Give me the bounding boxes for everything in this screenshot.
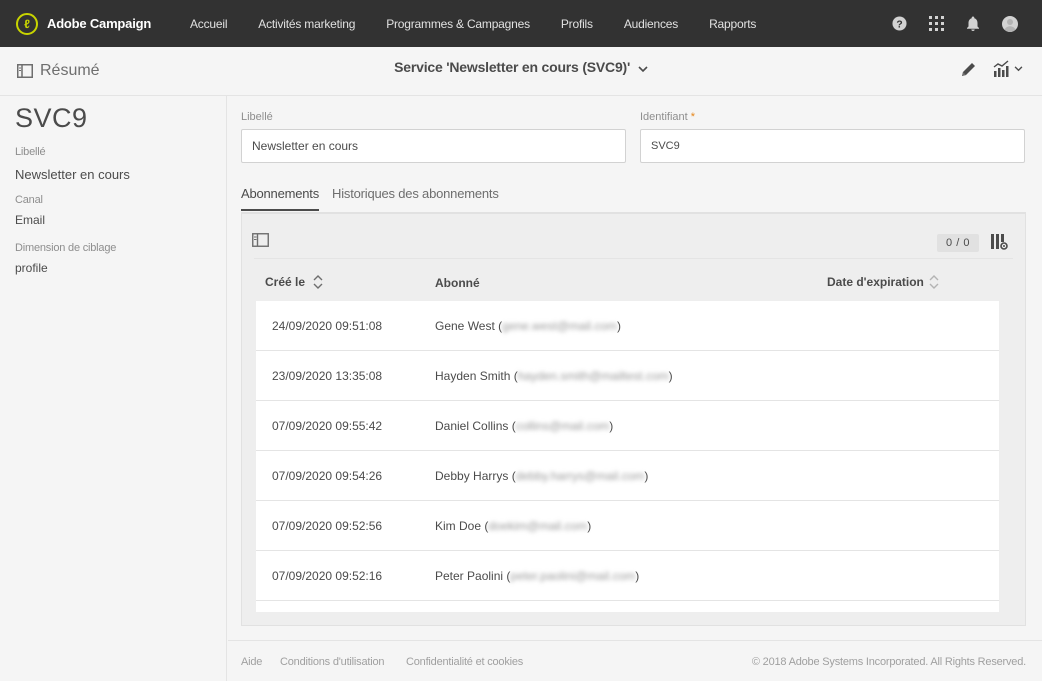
help-icon[interactable]: ? [891,16,907,32]
identifiant-input[interactable]: SVC9 [640,129,1025,163]
table-row[interactable]: 07/09/2020 09:54:26 Debby Harrys (debby.… [256,451,999,501]
identifiant-input-value: SVC9 [651,140,680,152]
tab-historiques-abonnements[interactable]: Historiques des abonnements [332,186,499,211]
avatar[interactable] [1002,15,1018,32]
chevron-down-icon [638,60,648,76]
nav-item-accueil[interactable]: Accueil [190,17,227,31]
reports-dropdown-button[interactable] [993,60,1023,77]
footer: Aide Conditions d'utilisation Confidenti… [228,640,1042,681]
subscriber-email: gene.west@mail.com [502,319,618,333]
brand[interactable]: ℓ Adobe Campaign [16,12,186,35]
table-row[interactable]: 07/09/2020 09:52:16 Peter Paolini (peter… [256,551,999,601]
page-title-text: Service 'Newsletter en cours (SVC9)' [394,59,631,75]
toolbar-divider [254,258,1013,259]
row-subscriber: Debby Harrys (debby.harrys@mail.com) [435,469,649,483]
top-navigation-bar: ℓ Adobe Campaign Accueil Activités marke… [0,0,1042,47]
column-header-date-expiration-text: Date d'expiration [827,275,924,289]
row-created-date: 24/09/2020 09:51:08 [272,319,383,333]
footer-link-confidentialite[interactable]: Confidentialité et cookies [406,656,523,668]
subscriber-email: hayden.smith@mailtest.com [517,369,669,383]
subscriber-email: debby.harrys@mail.com [515,469,645,483]
subscriber-name: Peter Paolini [435,569,504,583]
table-row[interactable]: 07/09/2020 09:52:56 Kim Doe (doekim@mail… [256,501,999,551]
summary-label-libelle: Libellé [15,146,46,158]
subscriber-name: Hayden Smith [435,369,511,383]
chevron-down-icon [1014,65,1023,71]
row-created-date: 07/09/2020 09:52:16 [272,569,383,583]
nav-item-programmes-campagnes[interactable]: Programmes & Campagnes [386,17,530,31]
summary-value-dimension: profile [15,261,48,275]
service-code: SVC9 [15,103,88,133]
subscriber-email: doekim@mail.com [488,519,588,533]
column-header-date-expiration[interactable]: Date d'expiration [827,275,939,289]
table-row[interactable]: 23/09/2020 13:35:08 Hayden Smith (hayden… [256,351,999,401]
row-created-date: 23/09/2020 13:35:08 [272,369,383,383]
row-subscriber: Hayden Smith (hayden.smith@mailtest.com) [435,369,673,383]
main-content: Libellé Newsletter en cours Identifiant … [228,96,1042,681]
main-nav: Accueil Activités marketing Programmes &… [190,0,787,47]
row-subscriber: Daniel Collins (collins@mail.com) [435,419,614,433]
subscriber-name: Kim Doe [435,519,482,533]
brand-name: Adobe Campaign [47,16,152,31]
top-icons: ? [870,0,1018,47]
report-chart-icon [993,60,1009,77]
table-row[interactable]: 07/09/2020 09:55:42 Daniel Collins (coll… [256,401,999,451]
apps-grid-icon[interactable] [928,16,944,32]
svg-text:?: ? [896,19,902,30]
required-asterisk: * [690,111,696,123]
column-header-cree-le[interactable]: Créé le [265,275,323,289]
row-subscriber: Kim Doe (doekim@mail.com) [435,519,592,533]
nav-item-audiences[interactable]: Audiences [624,17,678,31]
libelle-field-label: Libellé [241,111,273,123]
subscriber-name: Daniel Collins [435,419,509,433]
summary-label-canal: Canal [15,194,43,206]
column-header-cree-le-text: Créé le [265,275,306,289]
libelle-label-text: Libellé [241,111,273,123]
table-row[interactable]: 24/09/2020 09:51:08 Gene West (gene.west… [256,301,999,351]
subscriber-name: Debby Harrys [435,469,509,483]
column-header-abonne[interactable]: Abonné [435,276,480,290]
subscriber-email: peter.paolini@mail.com [510,569,636,583]
row-created-date: 07/09/2020 09:52:56 [272,519,383,533]
libelle-input[interactable]: Newsletter en cours [241,129,626,163]
row-created-date: 07/09/2020 09:54:26 [272,469,383,483]
row-created-date: 07/09/2020 09:55:42 [272,419,383,433]
summary-value-libelle: Newsletter en cours [15,167,130,182]
footer-link-conditions[interactable]: Conditions d'utilisation [280,656,385,668]
page-title[interactable]: Service 'Newsletter en cours (SVC9)' [0,59,1042,76]
adobe-campaign-logo-icon: ℓ [16,12,38,35]
subscriptions-table-body: 24/09/2020 09:51:08 Gene West (gene.west… [256,301,999,612]
bell-icon[interactable] [965,16,981,32]
tab-abonnements[interactable]: Abonnements [241,186,319,211]
nav-item-activites-marketing[interactable]: Activités marketing [258,17,355,31]
row-subscriber: Gene West (gene.west@mail.com) [435,319,622,333]
libelle-input-value: Newsletter en cours [252,139,359,153]
subscriptions-list-panel: 0 / 0 Créé le Abonné Date d'expiration 2… [241,213,1026,626]
subscriber-email: collins@mail.com [515,419,610,433]
tab-bar: Abonnements Historiques des abonnements [241,186,512,211]
nav-item-rapports[interactable]: Rapports [709,17,756,31]
identifiant-label-text: Identifiant [640,111,688,123]
summary-panel: SVC9 Libellé Newsletter en cours Canal E… [0,96,227,681]
identifiant-field-label: Identifiant * [640,111,695,123]
copyright-text: © 2018 Adobe Systems Incorporated. All R… [751,656,1026,668]
summary-label-dimension: Dimension de ciblage [15,242,117,254]
edit-pencil-icon[interactable] [960,61,977,83]
column-header-abonne-text: Abonné [435,276,480,290]
filter-panel-toggle-icon[interactable] [252,233,269,252]
summary-value-canal: Email [15,213,46,227]
subscriber-name: Gene West [435,319,495,333]
sort-icon [929,275,939,289]
footer-link-aide[interactable]: Aide [241,656,262,668]
row-subscriber: Peter Paolini (peter.paolini@mail.com) [435,569,640,583]
nav-item-profils[interactable]: Profils [561,17,593,31]
sub-header: Résumé Service 'Newsletter en cours (SVC… [0,47,1042,96]
record-count-badge: 0 / 0 [937,234,979,252]
column-settings-icon[interactable] [991,234,1008,255]
sort-icon [313,275,323,289]
